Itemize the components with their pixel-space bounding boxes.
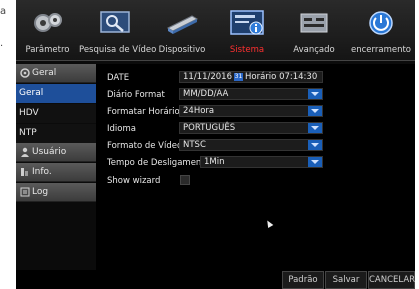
date-label: DATE <box>107 73 130 83</box>
tab-label: Avançado <box>293 45 335 55</box>
sidebar-item-label: Log <box>32 187 49 197</box>
dvr-window: Parâmetro Pesquisa de Vídeo Dispositivo <box>16 0 415 289</box>
show-wizard-label: Show wizard <box>107 176 161 186</box>
calendar-icon[interactable]: 31 <box>234 72 243 81</box>
dropdown-value: 24Hora <box>183 106 215 116</box>
tab-avancado[interactable]: Avançado <box>281 0 347 60</box>
page-edge: a . <box>0 0 16 289</box>
hard-drive-icon <box>166 15 199 34</box>
tab-dispositivo[interactable]: Dispositivo <box>151 0 213 60</box>
sidebar-item-label: Info. <box>32 167 52 177</box>
user-icon <box>21 147 29 157</box>
tab-label: encerramento <box>351 45 411 55</box>
power-icon <box>369 11 393 35</box>
sidebar-item-label: Geral <box>32 68 57 78</box>
sidebar-item-ntp[interactable]: NTP <box>16 124 96 143</box>
sidebar-item-label: NTP <box>19 128 37 138</box>
sidebar-item-geral-header[interactable]: Geral <box>16 64 96 83</box>
sidebar-item-label: Geral <box>19 88 44 98</box>
tempo-desligamento-dropdown[interactable]: 1Min <box>200 156 323 168</box>
salvar-button[interactable]: Salvar <box>325 271 367 289</box>
sidebar-item-geral[interactable]: Geral <box>16 84 96 103</box>
tab-pesquisa-video[interactable]: Pesquisa de Vídeo <box>79 0 157 60</box>
dropdown-value: MM/DD/AA <box>183 89 229 99</box>
video-search-icon <box>100 11 130 33</box>
tab-label: Pesquisa de Vídeo <box>79 45 157 55</box>
diario-format-dropdown[interactable]: MM/DD/AA <box>179 88 323 100</box>
tab-sistema[interactable]: Sistema <box>213 0 281 60</box>
formato-video-label: Formato de Vídeo <box>107 141 183 151</box>
sidebar-item-label: HDV <box>19 108 39 118</box>
top-toolbar: Parâmetro Pesquisa de Vídeo Dispositivo <box>16 0 415 61</box>
formatar-horario-label: Formatar Horário <box>107 107 180 117</box>
chevron-down-icon[interactable] <box>308 157 322 167</box>
formatar-horario-dropdown[interactable]: 24Hora <box>179 105 323 117</box>
show-wizard-checkbox[interactable] <box>180 175 190 185</box>
time-label: Horário <box>245 72 277 82</box>
tempo-desligamento-label: Tempo de Desligamento <box>107 158 210 168</box>
sidebar-item-label: Usuário <box>32 147 67 157</box>
tab-encerramento[interactable]: encerramento <box>347 0 415 60</box>
diario-format-label: Diário Format <box>107 90 165 100</box>
log-icon <box>20 187 30 197</box>
sidebar-item-hdv[interactable]: HDV <box>16 104 96 123</box>
dropdown-value: PORTUGUÊS <box>183 123 236 133</box>
page-edge-text-2: . <box>0 38 4 49</box>
time-value: 07:14:30 <box>279 72 318 82</box>
chevron-down-icon[interactable] <box>308 123 322 133</box>
idioma-dropdown[interactable]: PORTUGUÊS <box>179 122 323 134</box>
tab-label: Parâmetro <box>25 45 70 55</box>
sidebar-item-usuario[interactable]: Usuário <box>16 143 96 162</box>
formato-video-dropdown[interactable]: NTSC <box>179 139 323 151</box>
system-info-icon <box>230 10 264 35</box>
padrao-button[interactable]: Padrão <box>282 271 324 289</box>
tab-label: Sistema <box>229 45 265 55</box>
date-time-field[interactable]: 11/11/2016 31 Horário 07:14:30 <box>179 71 323 83</box>
settings-panel: DATE 11/11/2016 31 Horário 07:14:30 Diário… <box>96 64 415 270</box>
mouse-cursor-icon <box>264 218 274 229</box>
chevron-down-icon[interactable] <box>308 140 322 150</box>
sidebar-item-info[interactable]: Info. <box>16 163 96 182</box>
gears-icon <box>33 13 62 32</box>
dropdown-value: 1Min <box>204 157 225 167</box>
page-edge-text-1: a <box>0 6 7 17</box>
info-icon <box>21 168 28 176</box>
tab-label: Dispositivo <box>158 45 206 55</box>
date-value: 11/11/2016 <box>183 72 232 82</box>
sidebar-item-log[interactable]: Log <box>16 183 96 202</box>
idioma-label: Idioma <box>107 124 136 134</box>
dropdown-value: NTSC <box>183 140 206 150</box>
tab-parametro[interactable]: Parâmetro <box>16 0 79 60</box>
gear-icon <box>20 68 30 78</box>
cancelar-button[interactable]: CANCELAR <box>368 271 415 289</box>
advanced-settings-icon <box>300 13 328 33</box>
chevron-down-icon[interactable] <box>308 106 322 116</box>
chevron-down-icon[interactable] <box>308 89 322 99</box>
